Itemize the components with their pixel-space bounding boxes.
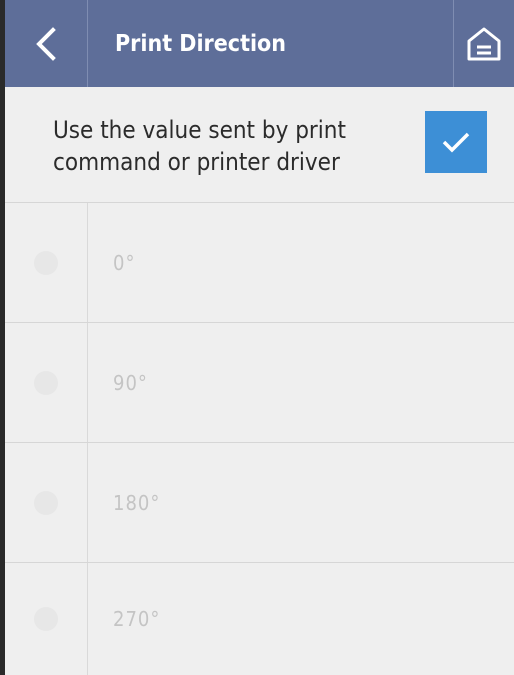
home-icon xyxy=(467,27,501,60)
option-row-90[interactable]: 90° xyxy=(5,323,514,443)
back-button[interactable] xyxy=(5,0,88,87)
use-driver-value-checkbox[interactable] xyxy=(425,111,487,173)
radio-cell xyxy=(5,203,88,322)
checkmark-icon xyxy=(442,132,470,153)
option-label-270: 270° xyxy=(113,607,161,631)
option-label-0: 0° xyxy=(113,250,136,275)
radio-button-90[interactable] xyxy=(34,370,58,395)
radio-cell xyxy=(5,443,88,562)
radio-button-0[interactable] xyxy=(34,250,58,275)
option-label-180: 180° xyxy=(113,490,161,515)
option-row-0[interactable]: 0° xyxy=(5,203,514,323)
option-row-180[interactable]: 180° xyxy=(5,443,514,563)
page-title: Print Direction xyxy=(115,30,286,57)
use-driver-value-label: Use the value sent by print command or p… xyxy=(53,116,346,176)
radio-button-270[interactable] xyxy=(34,607,58,631)
chevron-left-icon xyxy=(36,26,56,61)
home-button[interactable] xyxy=(453,0,514,87)
radio-button-180[interactable] xyxy=(34,490,58,515)
option-label-90: 90° xyxy=(113,370,148,395)
screen: Print Direction Use the value sent by pr… xyxy=(0,0,514,675)
option-row-270[interactable]: 270° xyxy=(5,563,514,675)
radio-cell xyxy=(5,323,88,442)
header-bar: Print Direction xyxy=(5,0,514,87)
radio-cell xyxy=(5,563,88,675)
